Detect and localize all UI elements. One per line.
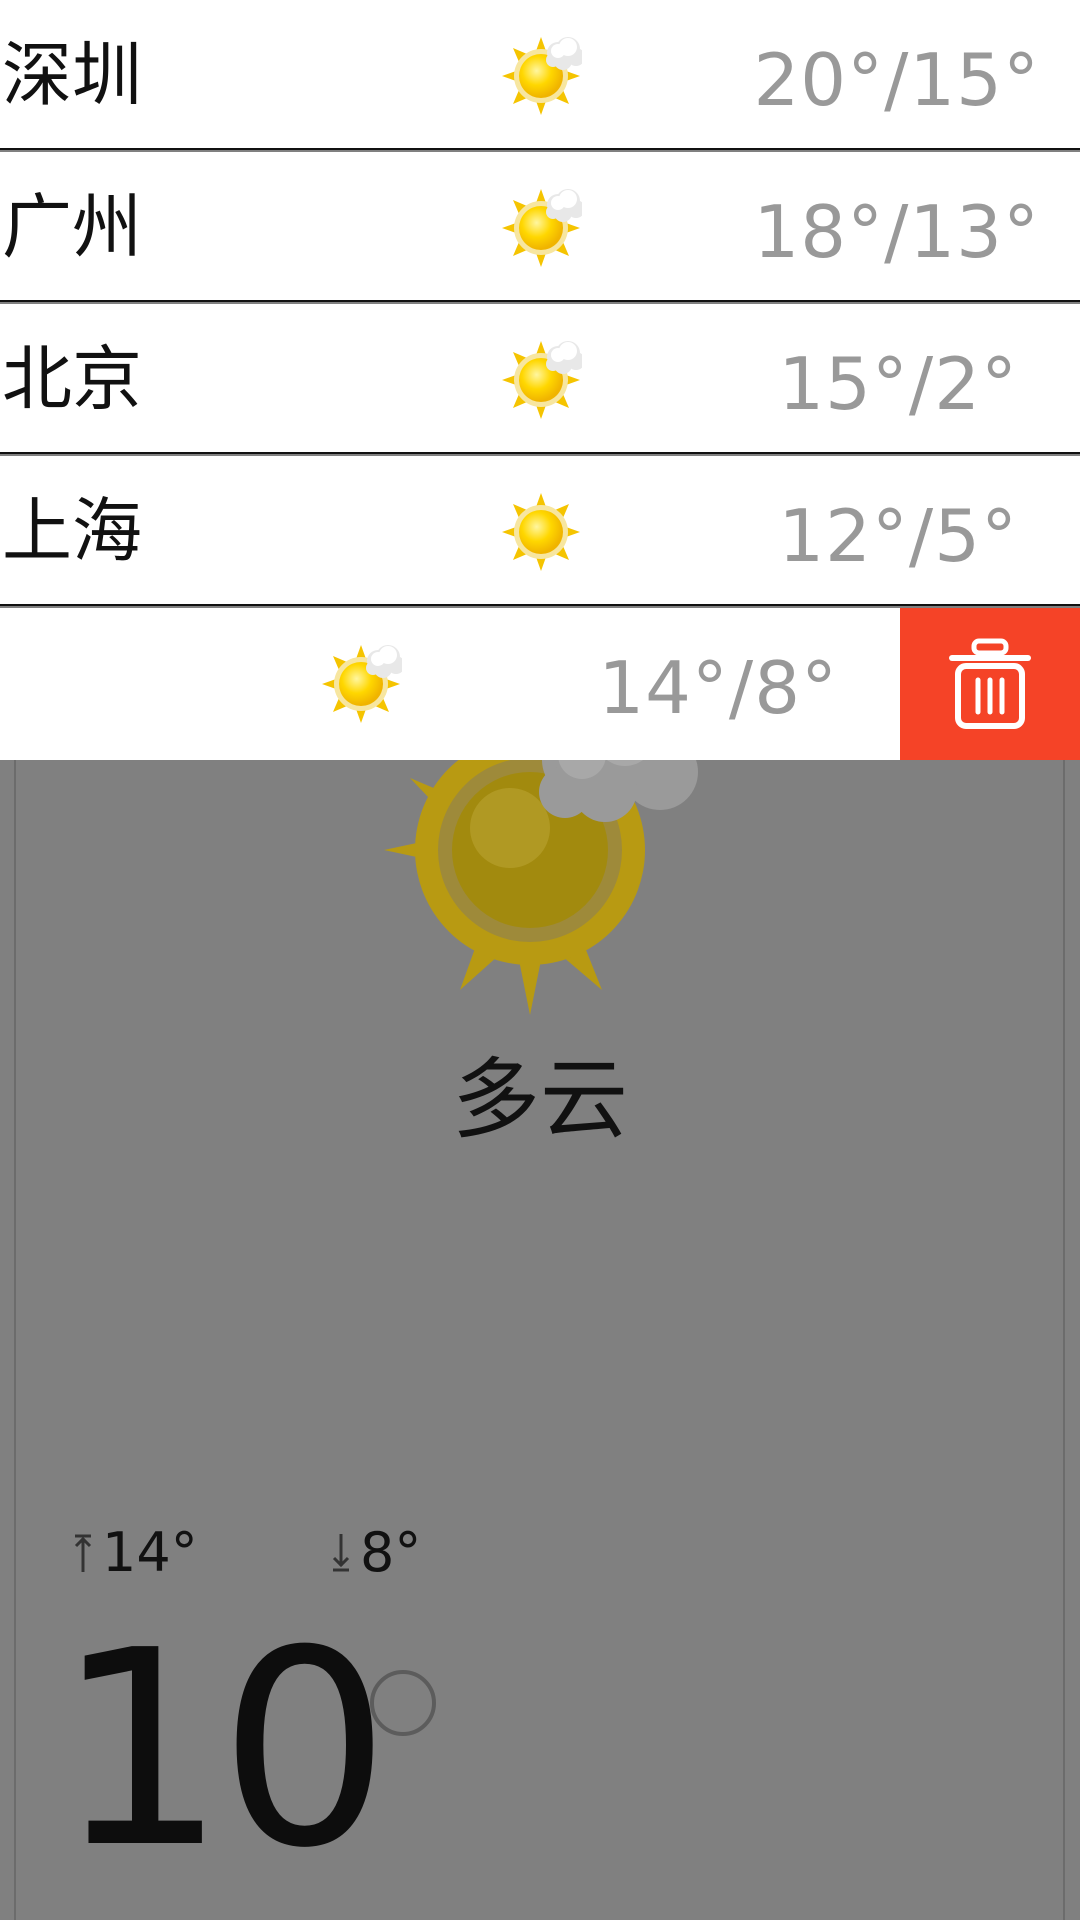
city-row-swiped[interactable]: 14°/8° (0, 608, 1080, 760)
arrow-up-icon (74, 1534, 92, 1572)
city-row-guangzhou[interactable]: 广州 18°/13° (0, 152, 1080, 302)
city-temp-range: 18°/13° (753, 190, 1040, 274)
city-temp-range: 15°/2° (778, 342, 1018, 426)
city-name: 北京 (2, 338, 142, 420)
low-temp-group: 8° (330, 1518, 421, 1588)
partly-cloudy-icon (500, 339, 582, 421)
city-row-shanghai[interactable]: 上海 12°/5° (0, 456, 1080, 606)
panel-border-left (14, 756, 16, 1920)
partly-cloudy-icon (320, 643, 402, 725)
partly-cloudy-icon (500, 35, 582, 117)
sunny-icon (500, 491, 582, 573)
city-temp-range: 14°/8° (598, 646, 838, 730)
high-temp-group: 14° (72, 1518, 198, 1588)
city-name: 广州 (2, 186, 142, 268)
panel-border-right (1063, 756, 1065, 1920)
city-name: 上海 (2, 490, 142, 572)
condition-label: 多云 (451, 1048, 628, 1151)
current-temperature: 10 (55, 1592, 391, 1907)
city-name: 深圳 (2, 34, 142, 116)
partly-cloudy-icon (500, 187, 582, 269)
city-row-shenzhen[interactable]: 深圳 20°/15° (0, 0, 1080, 150)
delete-city-button[interactable] (900, 608, 1080, 760)
low-temp: 8° (360, 1521, 422, 1584)
high-temp: 14° (102, 1521, 198, 1584)
city-temp-range: 12°/5° (778, 494, 1018, 578)
swipe-row-content[interactable]: 14°/8° (0, 608, 900, 760)
city-temp-range: 20°/15° (753, 38, 1040, 122)
arrow-down-icon (332, 1534, 350, 1572)
trash-icon (949, 638, 1031, 729)
degree-symbol-icon (370, 1670, 436, 1736)
city-row-beijing[interactable]: 北京 15°/2° (0, 304, 1080, 454)
